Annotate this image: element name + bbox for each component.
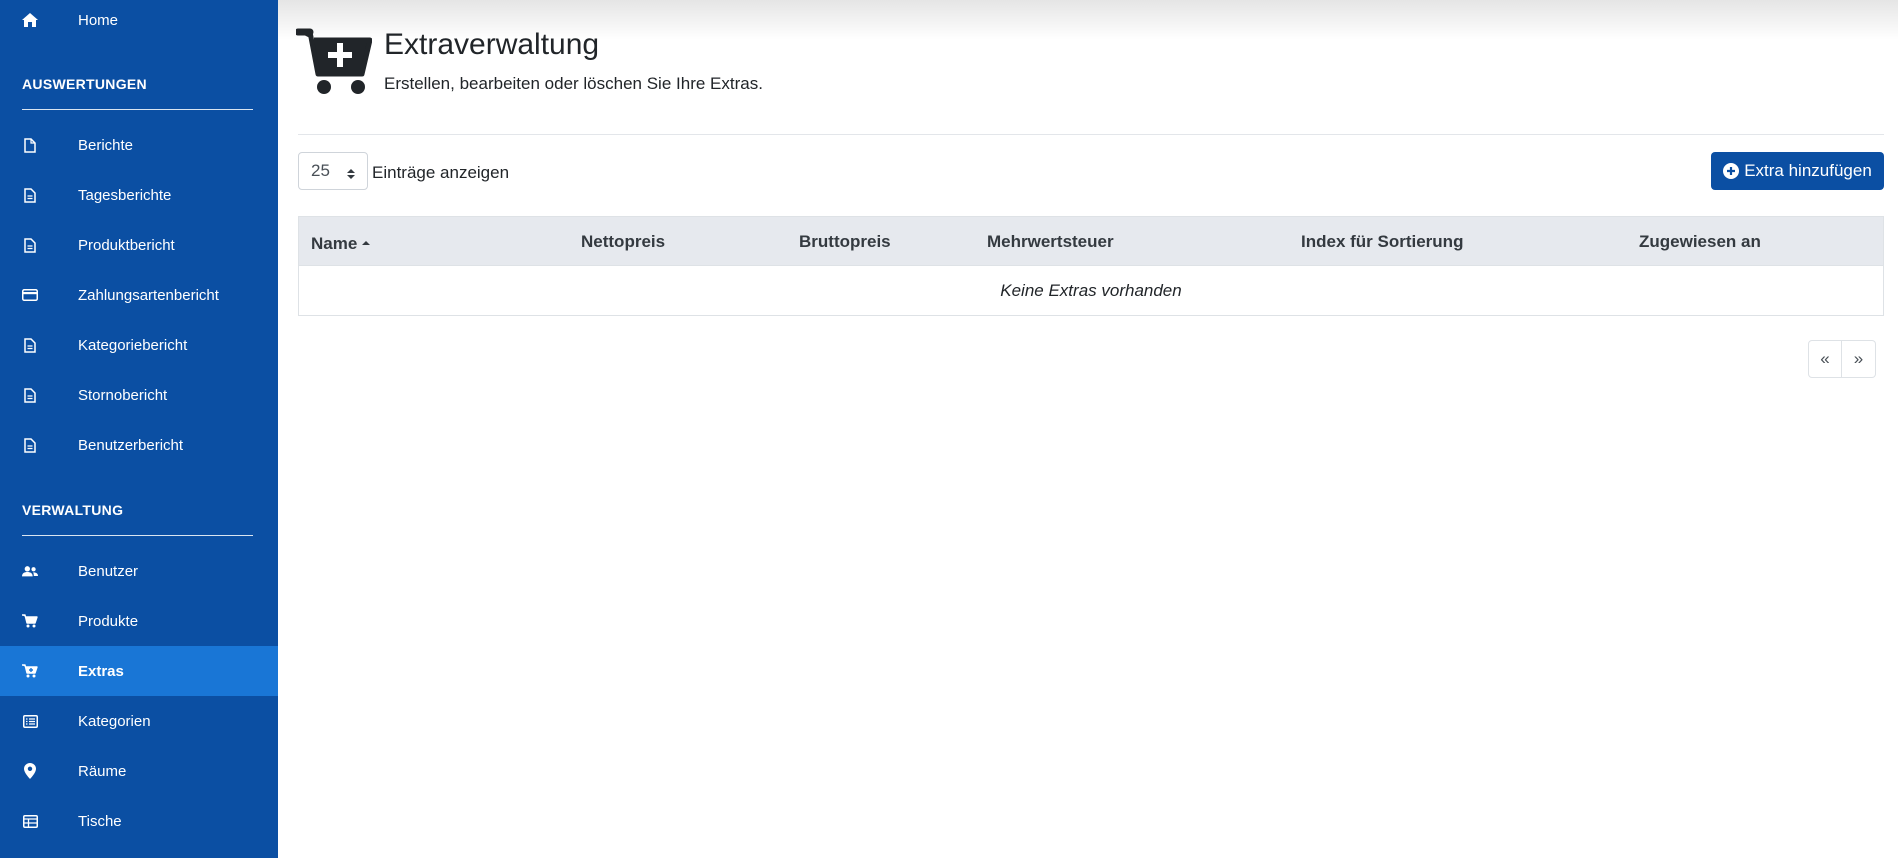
pagination: « » bbox=[1808, 340, 1876, 378]
sidebar-item-zahlungsartenbericht[interactable]: Zahlungsartenbericht bbox=[0, 270, 278, 320]
header-divider bbox=[298, 134, 1884, 135]
section-divider bbox=[22, 109, 253, 110]
sidebar-item-label: Räume bbox=[78, 762, 127, 780]
page-size-select[interactable]: 25 bbox=[298, 152, 368, 190]
page-size-value: 25 bbox=[311, 161, 330, 180]
column-header-index[interactable]: Index für Sortierung bbox=[1301, 232, 1463, 252]
add-extra-label: Extra hinzufügen bbox=[1744, 161, 1872, 180]
sidebar-item-label: Extras bbox=[78, 662, 124, 680]
pagination-prev-button[interactable]: « bbox=[1808, 340, 1842, 378]
sidebar-item-extras[interactable]: Extras bbox=[0, 646, 278, 696]
sidebar-item-stornobericht[interactable]: Stornobericht bbox=[0, 370, 278, 420]
sidebar-item-label: Tagesberichte bbox=[78, 186, 172, 204]
section-title-verwaltung: VERWALTUNG bbox=[22, 502, 124, 518]
select-caret-icon bbox=[347, 165, 355, 179]
sidebar-item-label: Benutzerbericht bbox=[78, 436, 184, 454]
table-icon bbox=[22, 813, 38, 829]
sidebar-item-label: Tische bbox=[78, 812, 122, 830]
sidebar-item-label: Stornobericht bbox=[78, 386, 168, 404]
pagination-next-button[interactable]: » bbox=[1842, 340, 1876, 378]
file-lines-icon bbox=[22, 437, 38, 453]
file-lines-icon bbox=[22, 187, 38, 203]
entries-label: Einträge anzeigen bbox=[372, 163, 510, 182]
sidebar: Home AUSWERTUNGEN Berichte Tagesberichte… bbox=[0, 0, 278, 858]
sidebar-item-label: Kategorien bbox=[78, 712, 151, 730]
file-lines-icon bbox=[22, 387, 38, 403]
column-header-name[interactable]: Name bbox=[311, 232, 371, 254]
sidebar-item-label: Produktbericht bbox=[78, 236, 175, 254]
page-subtitle: Erstellen, bearbeiten oder löschen Sie I… bbox=[384, 74, 763, 93]
sidebar-item-label: Home bbox=[78, 11, 119, 29]
extras-table: Name Nettopreis Bruttopreis Mehrwertsteu… bbox=[298, 216, 1884, 316]
cart-plus-icon bbox=[22, 663, 38, 679]
sidebar-item-produkte[interactable]: Produkte bbox=[0, 596, 278, 646]
plus-circle-icon bbox=[1723, 163, 1740, 179]
list-icon bbox=[22, 713, 38, 729]
column-header-zugewiesen[interactable]: Zugewiesen an bbox=[1639, 232, 1761, 252]
sidebar-item-label: Kategoriebericht bbox=[78, 336, 188, 354]
sidebar-item-label: Berichte bbox=[78, 136, 134, 154]
sidebar-item-benutzerbericht[interactable]: Benutzerbericht bbox=[0, 420, 278, 470]
column-header-nettopreis[interactable]: Nettopreis bbox=[581, 232, 665, 252]
table-header: Name Nettopreis Bruttopreis Mehrwertsteu… bbox=[299, 217, 1883, 266]
page-title: Extraverwaltung bbox=[384, 28, 600, 61]
sidebar-item-benutzer[interactable]: Benutzer bbox=[0, 546, 278, 596]
home-icon bbox=[22, 12, 38, 28]
cart-icon bbox=[22, 613, 38, 629]
add-extra-button[interactable]: Extra hinzufügen bbox=[1711, 152, 1884, 190]
sidebar-item-tische[interactable]: Tische bbox=[0, 796, 278, 846]
cart-plus-icon bbox=[294, 26, 373, 96]
sidebar-item-home[interactable]: Home bbox=[0, 0, 278, 45]
sidebar-item-produktbericht[interactable]: Produktbericht bbox=[0, 220, 278, 270]
file-lines-icon bbox=[22, 337, 38, 353]
sidebar-item-berichte[interactable]: Berichte bbox=[0, 120, 278, 170]
sidebar-item-label: Zahlungsartenbericht bbox=[78, 286, 219, 304]
credit-card-icon bbox=[22, 287, 38, 303]
sidebar-item-label: Produkte bbox=[78, 612, 139, 630]
column-header-bruttopreis[interactable]: Bruttopreis bbox=[799, 232, 891, 252]
file-lines-icon bbox=[22, 237, 38, 253]
sort-asc-icon bbox=[361, 232, 371, 245]
users-icon bbox=[22, 563, 38, 579]
map-marker-icon bbox=[22, 763, 38, 779]
file-icon bbox=[22, 137, 38, 153]
section-divider bbox=[22, 535, 253, 536]
empty-table-message: Keine Extras vorhanden bbox=[1000, 281, 1182, 300]
section-title-auswertungen: AUSWERTUNGEN bbox=[22, 76, 147, 92]
sidebar-item-label: Benutzer bbox=[78, 562, 139, 580]
sidebar-item-tagesberichte[interactable]: Tagesberichte bbox=[0, 170, 278, 220]
column-header-label: Name bbox=[311, 234, 358, 253]
sidebar-item-raeume[interactable]: Räume bbox=[0, 746, 278, 796]
sidebar-item-kategoriebericht[interactable]: Kategoriebericht bbox=[0, 320, 278, 370]
column-header-mehrwertsteuer[interactable]: Mehrwertsteuer bbox=[987, 232, 1114, 252]
sidebar-item-kategorien[interactable]: Kategorien bbox=[0, 696, 278, 746]
